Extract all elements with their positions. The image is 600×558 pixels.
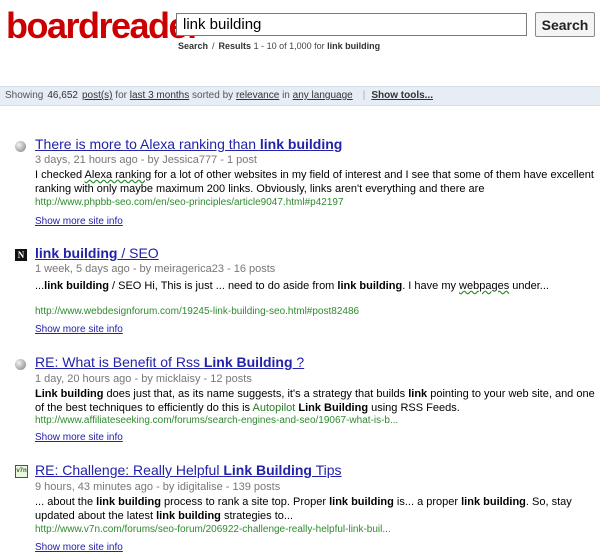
result-title-link[interactable]: There is more to Alexa ranking than link… bbox=[35, 136, 342, 152]
snippet-keyword: link building bbox=[337, 280, 403, 292]
subnav-results-label: Results bbox=[218, 41, 252, 51]
results-status-bar: Showing 46,652 post(s) for last 3 months s… bbox=[0, 86, 600, 106]
snippet-keyword: link building bbox=[96, 496, 161, 508]
snippet-keyword: link building bbox=[156, 510, 221, 522]
result-meta: 3 days, 21 hours ago - by Jessica777 - 1… bbox=[35, 154, 257, 166]
status-in: in bbox=[282, 90, 290, 101]
logo-text: boardreader bbox=[6, 5, 201, 46]
snippet-text: does just that, as its name suggests, it… bbox=[103, 388, 409, 400]
time-period-link[interactable]: last 3 months bbox=[130, 90, 189, 101]
v7n-site-icon: v7n bbox=[15, 465, 28, 478]
snippet-inline-link[interactable]: Autopilot bbox=[253, 402, 296, 414]
result-title-keyword: Link Building bbox=[203, 354, 293, 370]
result-title-keyword: link building bbox=[259, 136, 343, 152]
result-title-link[interactable]: RE: What is Benefit of Rss Link Building… bbox=[35, 354, 304, 370]
gray-dot-icon bbox=[15, 141, 26, 152]
result-snippet: Link building does just that, as its nam… bbox=[35, 387, 595, 415]
result-url[interactable]: http://www.v7n.com/forums/seo-forum/2069… bbox=[35, 524, 391, 535]
snippet-text: ... bbox=[35, 280, 45, 292]
subnav-search-label: Search bbox=[178, 41, 209, 51]
snippet-text: . I have my bbox=[402, 280, 460, 292]
show-more-site-info-link[interactable]: Show more site info bbox=[35, 542, 123, 553]
gray-dot-icon bbox=[15, 359, 26, 370]
show-tools-link[interactable]: Show tools... bbox=[371, 90, 433, 101]
show-more-site-info-link[interactable]: Show more site info bbox=[35, 216, 123, 227]
sort-relevance-link[interactable]: relevance bbox=[236, 90, 279, 101]
snippet-text: process to rank a site top. Proper bbox=[160, 496, 330, 508]
result-title-keyword: Link Building bbox=[223, 462, 312, 478]
result-title-keyword: link building bbox=[35, 245, 118, 261]
search-button[interactable]: Search bbox=[535, 12, 595, 37]
show-more-site-info-link[interactable]: Show more site info bbox=[35, 324, 123, 335]
snippet-text: strategies to... bbox=[220, 510, 294, 522]
search-subnav: Search / Results 1 - 10 of 1,000 for link … bbox=[178, 41, 380, 51]
status-count: 46,652 bbox=[47, 90, 78, 101]
snippet-underlined-term: Alexa ranking bbox=[84, 169, 152, 181]
result-meta: 9 hours, 43 minutes ago - by idigitalise… bbox=[35, 481, 281, 493]
snippet-keyword: Link building bbox=[35, 388, 104, 400]
snippet-keyword: link building bbox=[329, 496, 394, 508]
result-url[interactable]: http://www.affiliateseeking.com/forums/s… bbox=[35, 415, 398, 426]
snippet-keyword: link building bbox=[461, 496, 526, 508]
snippet-text: under... bbox=[509, 280, 549, 292]
result-title-text: There is more to Alexa ranking than bbox=[35, 136, 260, 152]
snippet-keyword: Link Building bbox=[298, 402, 369, 414]
subnav-query: link building bbox=[327, 41, 381, 51]
result-title-text: RE: Challenge: Really Helpful bbox=[35, 462, 224, 478]
result-title-text: / SEO bbox=[117, 245, 159, 261]
status-for: for bbox=[115, 90, 127, 101]
result-snippet: ...link building / SEO Hi, This is just … bbox=[35, 279, 595, 293]
subnav-separator: / bbox=[212, 41, 215, 51]
result-meta: 1 week, 5 days ago - by meiragerica23 - … bbox=[35, 263, 276, 275]
snippet-text: is... a proper bbox=[393, 496, 462, 508]
snippet-keyword: link bbox=[408, 388, 428, 400]
result-url[interactable]: http://www.webdesignforum.com/19245-link… bbox=[35, 306, 359, 317]
snippet-underlined-term: webpages bbox=[459, 280, 510, 292]
language-link[interactable]: any language bbox=[293, 90, 353, 101]
search-input[interactable] bbox=[176, 13, 527, 36]
snippet-text: ... about the bbox=[35, 496, 97, 508]
result-title-text: Tips bbox=[311, 462, 342, 478]
show-more-site-info-link[interactable]: Show more site info bbox=[35, 432, 123, 443]
status-divider: | bbox=[362, 90, 366, 101]
result-title-link[interactable]: link building / SEO bbox=[35, 245, 159, 261]
status-showing: Showing bbox=[5, 90, 44, 101]
snippet-text: using RSS Feeds. bbox=[368, 402, 460, 414]
snippet-text: / SEO Hi, This is just ... need to do as… bbox=[108, 280, 338, 292]
status-posts-link[interactable]: post(s) bbox=[82, 90, 113, 101]
result-url[interactable]: http://www.phpbb-seo.com/en/seo-principl… bbox=[35, 197, 344, 208]
result-title-text: RE: What is Benefit of Rss bbox=[35, 354, 204, 370]
result-title-text: ? bbox=[292, 354, 305, 370]
result-title-link[interactable]: RE: Challenge: Really Helpful Link Build… bbox=[35, 462, 342, 478]
result-snippet: I checked Alexa ranking for a lot of oth… bbox=[35, 168, 595, 196]
subnav-results-range: 1 - 10 of 1,000 for bbox=[253, 41, 325, 51]
result-meta: 1 day, 20 hours ago - by micklaisy - 12 … bbox=[35, 373, 252, 385]
snippet-text: I checked bbox=[35, 169, 85, 181]
n-site-icon: N bbox=[15, 249, 27, 261]
status-sorted-by: sorted by bbox=[192, 90, 234, 101]
result-snippet: ... about the link building process to r… bbox=[35, 495, 595, 523]
snippet-keyword: link building bbox=[44, 280, 109, 292]
